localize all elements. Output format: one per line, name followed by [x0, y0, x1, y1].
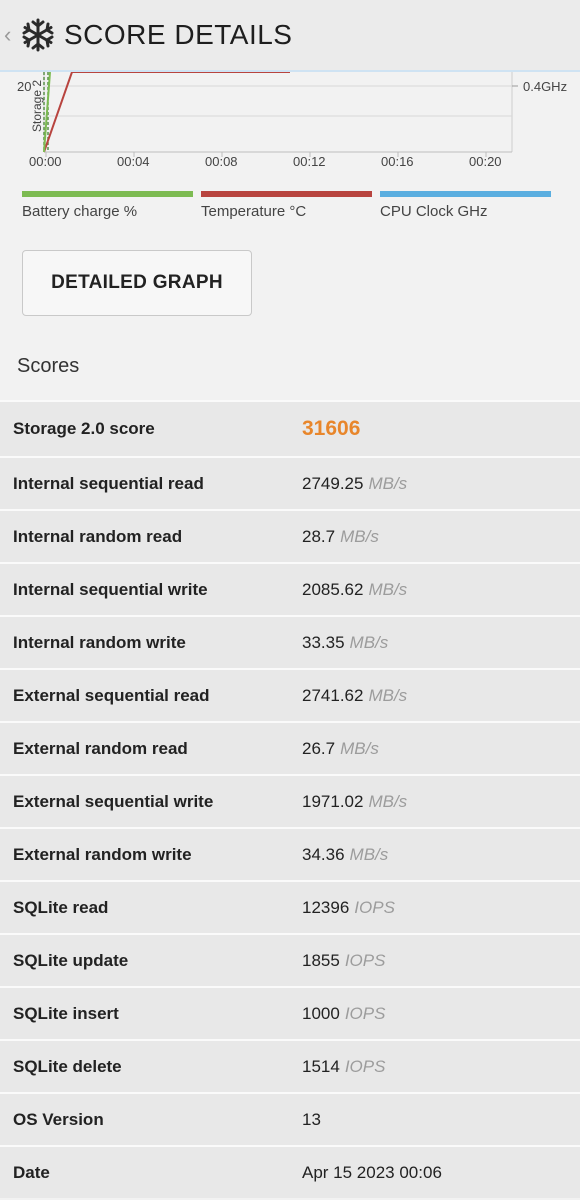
- table-row: External sequential read 2741.62 MB/s: [0, 668, 580, 721]
- row-label: External sequential write: [13, 791, 214, 811]
- row-label: SQLite insert: [13, 1003, 119, 1023]
- table-row: SQLite update 1855 IOPS: [0, 933, 580, 986]
- row-label: External random write: [13, 844, 192, 864]
- row-unit: IOPS: [354, 897, 395, 917]
- row-value: Apr 15 2023 00:06: [302, 1162, 442, 1182]
- row-unit: IOPS: [344, 1003, 386, 1023]
- row-unit: IOPS: [344, 950, 386, 970]
- table-row: Internal sequential write 2085.62 MB/s: [0, 562, 580, 615]
- table-row: OS Version 13: [0, 1092, 580, 1145]
- row-label: Internal random write: [13, 632, 186, 652]
- row-label: Internal random read: [13, 526, 183, 546]
- legend-item-battery: Battery charge %: [22, 191, 193, 220]
- row-value: 26.7 MB/s: [302, 738, 379, 758]
- row-value: 1514 IOPS: [302, 1056, 386, 1076]
- legend-swatch: [22, 191, 193, 197]
- table-row: SQLite read 12396 IOPS: [0, 880, 580, 933]
- table-row: Internal sequential read 2749.25 MB/s: [0, 456, 580, 509]
- x-tick-label: 00:12: [293, 154, 326, 169]
- performance-graph: 20 0.4GHz Storage 2 00:00 00:04 00:08 00…: [0, 72, 580, 182]
- row-value: 28.7 MB/s: [302, 526, 379, 546]
- app-header: ‹ SCORE DETAILS: [0, 0, 580, 72]
- row-label: OS Version: [13, 1109, 104, 1129]
- legend-item-cpu-clock: CPU Clock GHz: [380, 191, 551, 220]
- row-label: SQLite update: [13, 950, 129, 970]
- table-row: Internal random write 33.35 MB/s: [0, 615, 580, 668]
- snowflake-logo-icon: [18, 15, 58, 55]
- scores-table: Storage 2.0 score 31606 Internal sequent…: [0, 400, 580, 1198]
- page-title: SCORE DETAILS: [64, 19, 293, 50]
- row-unit: MB/s: [349, 844, 389, 864]
- legend-swatch: [201, 191, 372, 197]
- row-value: 1971.02 MB/s: [302, 791, 408, 811]
- table-row: External sequential write 1971.02 MB/s: [0, 774, 580, 827]
- row-unit: IOPS: [344, 1056, 386, 1076]
- legend-swatch: [380, 191, 551, 197]
- legend-label: CPU Clock GHz: [380, 203, 488, 220]
- x-tick-label: 00:00: [29, 154, 62, 169]
- back-chevron-icon[interactable]: ‹: [4, 24, 18, 46]
- table-row: Internal random read 28.7 MB/s: [0, 509, 580, 562]
- row-label: Internal sequential read: [13, 473, 204, 493]
- detailed-graph-button[interactable]: DETAILED GRAPH: [22, 250, 252, 316]
- x-tick-label: 00:04: [117, 154, 150, 169]
- row-value: 1000 IOPS: [302, 1003, 386, 1023]
- marker-label: Storage 2: [30, 79, 44, 132]
- row-value: 1855 IOPS: [302, 950, 386, 970]
- row-value: 33.35 MB/s: [302, 632, 389, 652]
- table-row: SQLite delete 1514 IOPS: [0, 1039, 580, 1092]
- x-tick-label: 00:16: [381, 154, 414, 169]
- row-value: 13: [302, 1109, 321, 1129]
- legend-label: Battery charge %: [22, 203, 138, 220]
- storage-score-value: 31606: [302, 417, 361, 440]
- row-label: External sequential read: [13, 685, 210, 705]
- row-value: 2749.25 MB/s: [302, 473, 408, 493]
- row-label: SQLite read: [13, 897, 109, 917]
- row-unit: MB/s: [349, 632, 389, 652]
- scores-section-title: Scores: [17, 355, 80, 377]
- row-value: 31606: [302, 417, 360, 441]
- x-tick-label: 00:20: [469, 154, 502, 169]
- table-row: External random read 26.7 MB/s: [0, 721, 580, 774]
- row-label: Internal sequential write: [13, 579, 208, 599]
- row-label: Storage 2.0 score: [13, 419, 155, 438]
- x-tick-label: 00:08: [205, 154, 238, 169]
- row-label: External random read: [13, 738, 188, 758]
- legend-label: Temperature °C: [201, 203, 307, 220]
- row-unit: MB/s: [368, 685, 408, 705]
- legend-item-temperature: Temperature °C: [201, 191, 372, 220]
- row-label: Date: [13, 1162, 50, 1182]
- table-row: SQLite insert 1000 IOPS: [0, 986, 580, 1039]
- row-unit: MB/s: [340, 738, 379, 758]
- row-unit: MB/s: [340, 526, 379, 546]
- row-value: 2741.62 MB/s: [302, 685, 408, 705]
- row-value: 2085.62 MB/s: [302, 579, 408, 599]
- row-value: 34.36 MB/s: [302, 844, 389, 864]
- graph-legend: Battery charge % Temperature °C CPU Cloc…: [22, 191, 562, 220]
- row-unit: MB/s: [368, 791, 408, 811]
- row-value: 12396 IOPS: [302, 897, 395, 917]
- table-row: Date Apr 15 2023 00:06: [0, 1145, 580, 1198]
- table-row: External random write 34.36 MB/s: [0, 827, 580, 880]
- row-label: SQLite delete: [13, 1056, 122, 1076]
- y-axis-right-label: 0.4GHz: [523, 79, 568, 94]
- row-unit: MB/s: [368, 579, 408, 599]
- row-unit: MB/s: [368, 473, 408, 493]
- table-row: Storage 2.0 score 31606: [0, 400, 580, 456]
